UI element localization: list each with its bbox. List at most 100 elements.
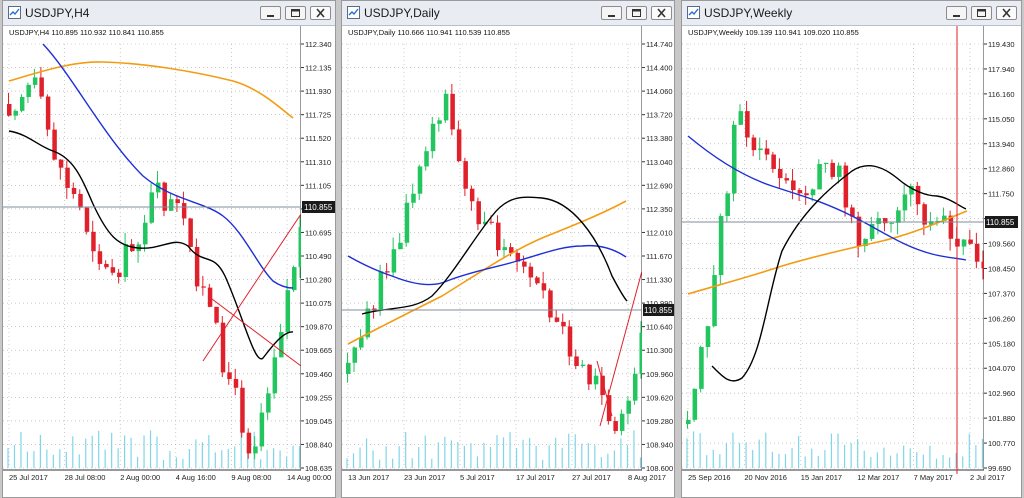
window-title: USDJPY,Daily	[364, 6, 440, 20]
candle-body	[764, 148, 770, 155]
x-tick-label: 9 Aug 08:00	[231, 473, 271, 482]
candle-body	[600, 375, 605, 396]
candle-body	[771, 154, 776, 169]
y-tick-label: 109.560	[988, 240, 1015, 249]
y-tick-label: 111.750	[988, 190, 1014, 199]
y-tick-label: 107.370	[988, 289, 1015, 298]
y-tick-label: 112.860	[988, 165, 1015, 174]
chart-area[interactable]: 112.340 112.135 111.930 111.725 111.520 111.3…	[3, 26, 336, 498]
candle-body	[626, 400, 631, 414]
candle-body	[968, 239, 973, 244]
chart-window-weekly[interactable]: USDJPY,Weekly 119.430 117.940 116.160 115.0…	[681, 0, 1022, 498]
x-tick-label: 17 Jul 2017	[516, 473, 555, 482]
candle-body	[889, 222, 895, 224]
x-tick-label: 2 Jul 2017	[970, 473, 1005, 482]
candle-body	[804, 193, 809, 196]
minimize-button[interactable]	[601, 6, 622, 20]
candle-body	[528, 266, 534, 278]
candle-body	[450, 93, 455, 130]
candle-body	[751, 137, 757, 151]
y-tick-label: 110.640	[646, 323, 673, 332]
candle-body	[285, 290, 291, 332]
minimize-icon	[267, 15, 274, 17]
x-tick-label: 15 Jan 2017	[801, 473, 842, 482]
candle-body	[830, 162, 835, 177]
candle-body	[39, 77, 44, 97]
restore-button[interactable]	[971, 6, 992, 20]
restore-button[interactable]	[626, 6, 647, 20]
candle-body	[686, 419, 691, 424]
x-tick-label: 12 Mar 2017	[857, 473, 899, 482]
y-tick-label: 111.105	[305, 181, 331, 190]
candle-body	[561, 321, 566, 327]
close-icon	[316, 8, 325, 18]
close-button[interactable]	[310, 6, 331, 20]
candle-body	[104, 263, 109, 268]
candle-body	[7, 104, 12, 116]
candle-body	[123, 244, 129, 278]
y-tick-label: 109.460	[305, 370, 332, 379]
y-tick-label: 109.280	[646, 417, 673, 426]
minimize-button[interactable]	[946, 6, 967, 20]
chart-area[interactable]: 119.430 117.940 116.160 115.050 113.940 112.8…	[682, 26, 1022, 498]
candle-body	[214, 306, 219, 323]
candle-body	[194, 246, 200, 287]
candle-body	[417, 166, 423, 194]
window-titlebar[interactable]: USDJPY,Daily	[342, 1, 674, 26]
y-tick-label: 119.430	[988, 40, 1015, 49]
close-button[interactable]	[651, 6, 672, 20]
y-tick-label: 112.690	[646, 181, 673, 190]
window-icon	[687, 6, 700, 19]
candle-body	[188, 218, 193, 247]
y-tick-label: 104.070	[988, 364, 1015, 373]
candle-body	[791, 180, 796, 191]
y-tick-label: 110.300	[646, 346, 673, 355]
candle-body	[725, 193, 730, 216]
candle-body	[476, 201, 481, 225]
candle-body	[97, 251, 103, 264]
candle-body	[745, 111, 750, 138]
candle-body	[896, 210, 901, 223]
candle-body	[404, 202, 410, 243]
candle-body	[593, 375, 599, 385]
y-tick-label: 110.695	[305, 228, 332, 237]
candle-body	[580, 364, 586, 366]
y-tick-label: 111.330	[646, 276, 672, 285]
candle-body	[175, 199, 180, 204]
restore-button[interactable]	[285, 6, 306, 20]
chart-area[interactable]: 114.740 114.400 114.060 113.720 113.380 113.0…	[342, 26, 675, 498]
price-tag-label: 110.855	[304, 203, 333, 212]
minimize-button[interactable]	[260, 6, 281, 20]
candle-body	[346, 362, 351, 374]
candle-body	[117, 272, 122, 278]
candle-body	[837, 165, 842, 177]
chart-window-daily[interactable]: USDJPY,Daily 114.740 114.400 114.060 113.72…	[341, 0, 675, 498]
candle-body	[19, 96, 25, 111]
minimize-icon	[608, 15, 615, 17]
restore-icon	[977, 9, 986, 17]
window-titlebar[interactable]: USDJPY,H4	[3, 1, 335, 26]
candle-body	[915, 185, 921, 205]
x-tick-label: 13 Jun 2017	[348, 473, 389, 482]
chart-window-h4[interactable]: USDJPY,H4 112.340 112.135 111.930 111.725 11…	[2, 0, 336, 498]
y-tick-label: 113.940	[988, 140, 1015, 149]
candle-body	[902, 194, 908, 211]
price-tag-label: 110.855	[644, 306, 673, 315]
candle-body	[227, 372, 232, 380]
close-button[interactable]	[996, 6, 1017, 20]
candle-body	[784, 178, 790, 181]
x-tick-label: 28 Jul 08:00	[65, 473, 106, 482]
y-tick-label: 108.450	[988, 264, 1015, 273]
candle-body	[843, 165, 849, 208]
y-tick-label: 114.740	[646, 40, 673, 49]
candle-body	[797, 190, 803, 194]
candle-body	[469, 188, 475, 202]
x-tick-label: 5 Jul 2017	[460, 473, 495, 482]
candle-body	[738, 111, 744, 125]
candle-body	[272, 357, 278, 394]
window-titlebar[interactable]: USDJPY,Weekly	[682, 1, 1021, 26]
y-tick-label: 113.720	[646, 111, 673, 120]
candle-body	[437, 120, 442, 124]
x-axis-ticks: 25 Jul 2017 28 Jul 08:00 2 Aug 00:00 4 Aug …	[9, 473, 331, 482]
candle-body	[292, 267, 297, 291]
